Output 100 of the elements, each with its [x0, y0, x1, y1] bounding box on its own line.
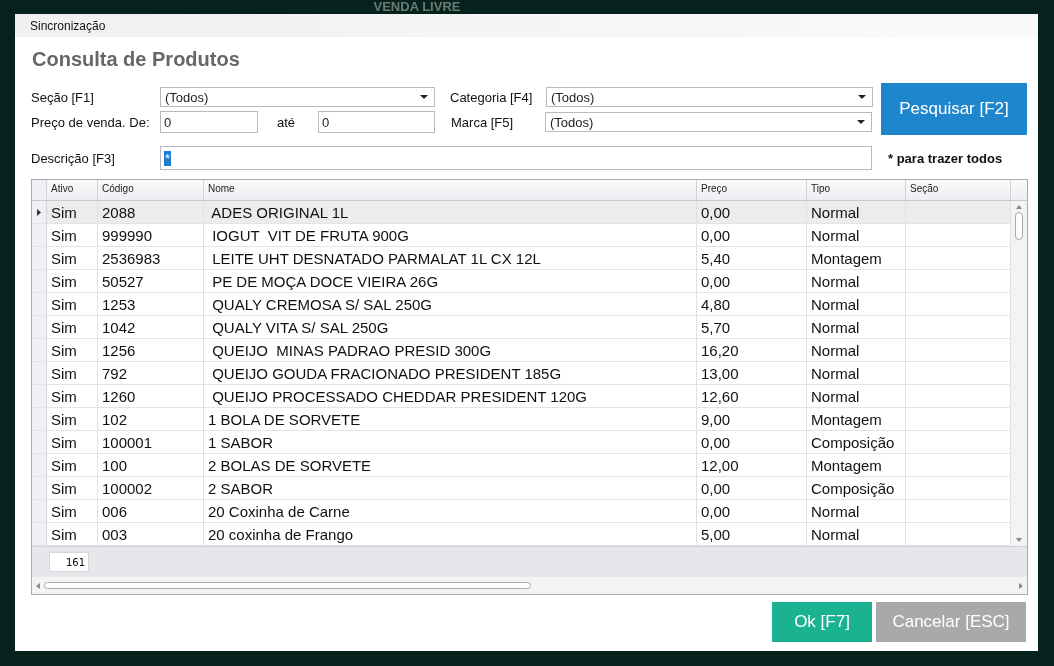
table-cell: Sim	[47, 385, 98, 407]
scroll-thumb[interactable]	[44, 582, 531, 589]
vertical-scrollbar[interactable]	[1011, 201, 1027, 546]
table-cell: 102	[98, 408, 204, 430]
table-cell: 100001	[98, 431, 204, 453]
column-header[interactable]: Código	[98, 180, 204, 200]
table-row[interactable]: Sim 50527 PE DE MOÇA DOCE VIEIRA 26G 0,00 Normal	[32, 270, 1011, 293]
field-label: Marca [F5]	[451, 114, 515, 130]
table-cell: 20 Coxinha de Carne	[204, 500, 697, 522]
row-indicator-cell[interactable]	[32, 316, 47, 338]
horizontal-scrollbar[interactable]	[32, 577, 1027, 594]
row-indicator-cell[interactable]	[32, 362, 47, 384]
table-cell: QUEIJO MINAS PADRAO PRESID 300G	[204, 339, 697, 361]
table-cell: 1 SABOR	[204, 431, 697, 453]
table-cell: 1042	[98, 316, 204, 338]
row-indicator-cell[interactable]	[32, 431, 47, 453]
table-row[interactable]: Sim 2536983 LEITE UHT DESNATADO PARMALAT 1L CX 12L 5,40 Montagem	[32, 247, 1011, 270]
column-header[interactable]: Tipo	[807, 180, 906, 200]
row-indicator-cell[interactable]	[32, 201, 47, 223]
price-to-field[interactable]: 0	[318, 111, 435, 133]
menu-item[interactable]: Sincronização	[30, 18, 106, 33]
table-cell: 1 BOLA DE SORVETE	[204, 408, 697, 430]
table-cell: QUEIJO PROCESSADO CHEDDAR PRESIDENT 120G	[204, 385, 697, 407]
table-cell: Sim	[47, 408, 98, 430]
table-row[interactable]: Sim 102 1 BOLA DE SORVETE 9,00 Montagem	[32, 408, 1011, 431]
table-cell: 12,60	[697, 385, 807, 407]
table-row[interactable]: Sim 2088 ADES ORIGINAL 1L 0,00 Normal	[32, 201, 1011, 224]
scroll-left-icon[interactable]	[36, 582, 40, 589]
table-row[interactable]: Sim 792 QUEIJO GOUDA FRACIONADO PRESIDENT 185G 13,00 Normal	[32, 362, 1011, 385]
table-row[interactable]: Sim 999990 IOGUT VIT DE FRUTA 900G 0,00 Normal	[32, 224, 1011, 247]
table-cell: 9,00	[697, 408, 807, 430]
category-dropdown[interactable]: (Todos)	[546, 87, 873, 107]
table-cell: Normal	[807, 339, 906, 361]
scroll-right-icon[interactable]	[1019, 582, 1023, 589]
table-cell: QUEIJO GOUDA FRACIONADO PRESIDENT 185G	[204, 362, 697, 384]
row-count: 161	[49, 552, 89, 572]
table-cell: 4,80	[697, 293, 807, 315]
column-header[interactable]: Seção	[906, 180, 1011, 200]
table-row[interactable]: Sim 1256 QUEIJO MINAS PADRAO PRESID 300G 16,20 Normal	[32, 339, 1011, 362]
row-indicator-cell[interactable]	[32, 454, 47, 476]
table-row[interactable]: Sim 100001 1 SABOR 0,00 Composição	[32, 431, 1011, 454]
table-cell: ADES ORIGINAL 1L	[204, 201, 697, 223]
row-indicator-cell[interactable]	[32, 293, 47, 315]
scroll-down-icon[interactable]	[1016, 538, 1022, 542]
table-cell: QUALY CREMOSA S/ SAL 250G	[204, 293, 697, 315]
table-cell: Sim	[47, 454, 98, 476]
scroll-thumb[interactable]	[1015, 212, 1023, 240]
search-button[interactable]: Pesquisar [F2]	[881, 83, 1027, 135]
table-row[interactable]: Sim 100 2 BOLAS DE SORVETE 12,00 Montagem	[32, 454, 1011, 477]
table-cell: Normal	[807, 362, 906, 384]
table-cell: QUALY VITA S/ SAL 250G	[204, 316, 697, 338]
table-cell: 792	[98, 362, 204, 384]
table-cell: IOGUT VIT DE FRUTA 900G	[204, 224, 697, 246]
table-row[interactable]: Sim 1260 QUEIJO PROCESSADO CHEDDAR PRESIDENT 120G 12,60 Normal	[32, 385, 1011, 408]
table-cell: Normal	[807, 316, 906, 338]
section-dropdown[interactable]: (Todos)	[160, 87, 435, 107]
table-cell: Composição	[807, 431, 906, 453]
table-row[interactable]: Sim 003 20 coxinha de Frango 5,00 Normal	[32, 523, 1011, 546]
table-cell: Sim	[47, 224, 98, 246]
row-indicator-cell[interactable]	[32, 224, 47, 246]
row-indicator-cell[interactable]	[32, 477, 47, 499]
table-cell: Sim	[47, 431, 98, 453]
table-cell: Montagem	[807, 454, 906, 476]
row-indicator-cell[interactable]	[32, 270, 47, 292]
table-cell: 100002	[98, 477, 204, 499]
table-cell: Montagem	[807, 247, 906, 269]
row-indicator-cell[interactable]	[32, 408, 47, 430]
table-cell: Sim	[47, 477, 98, 499]
table-cell: 2536983	[98, 247, 204, 269]
row-indicator-cell[interactable]	[32, 385, 47, 407]
table-cell: 006	[98, 500, 204, 522]
row-indicator-cell[interactable]	[32, 523, 47, 545]
column-header[interactable]: Nome	[204, 180, 697, 200]
table-row[interactable]: Sim 100002 2 SABOR 0,00 Composição	[32, 477, 1011, 500]
column-header[interactable]: Ativo	[47, 180, 98, 200]
dialog-title: Consulta de Produtos	[32, 48, 241, 71]
table-cell: Sim	[47, 293, 98, 315]
column-header[interactable]: Preço	[697, 180, 807, 200]
brand-dropdown[interactable]: (Todos)	[545, 112, 872, 132]
table-cell: 1253	[98, 293, 204, 315]
table-cell: 003	[98, 523, 204, 545]
table-cell: Sim	[47, 270, 98, 292]
row-indicator-cell[interactable]	[32, 339, 47, 361]
table-cell: Sim	[47, 523, 98, 545]
field-label: Categoria [F4]	[450, 89, 534, 105]
table-row[interactable]: Sim 006 20 Coxinha de Carne 0,00 Normal	[32, 500, 1011, 523]
table-cell: 2 SABOR	[204, 477, 697, 499]
table-cell: 50527	[98, 270, 204, 292]
price-from-field[interactable]: 0	[160, 111, 258, 133]
description-field[interactable]: *	[160, 146, 872, 170]
row-indicator-cell[interactable]	[32, 247, 47, 269]
field-label: até	[277, 114, 297, 130]
table-row[interactable]: Sim 1042 QUALY VITA S/ SAL 250G 5,70 Normal	[32, 316, 1011, 339]
table-cell: 0,00	[697, 431, 807, 453]
table-cell: 5,40	[697, 247, 807, 269]
row-indicator-cell[interactable]	[32, 500, 47, 522]
table-row[interactable]: Sim 1253 QUALY CREMOSA S/ SAL 250G 4,80 Normal	[32, 293, 1011, 316]
table-cell: 999990	[98, 224, 204, 246]
scroll-up-icon[interactable]	[1016, 205, 1022, 209]
table-cell: 1260	[98, 385, 204, 407]
